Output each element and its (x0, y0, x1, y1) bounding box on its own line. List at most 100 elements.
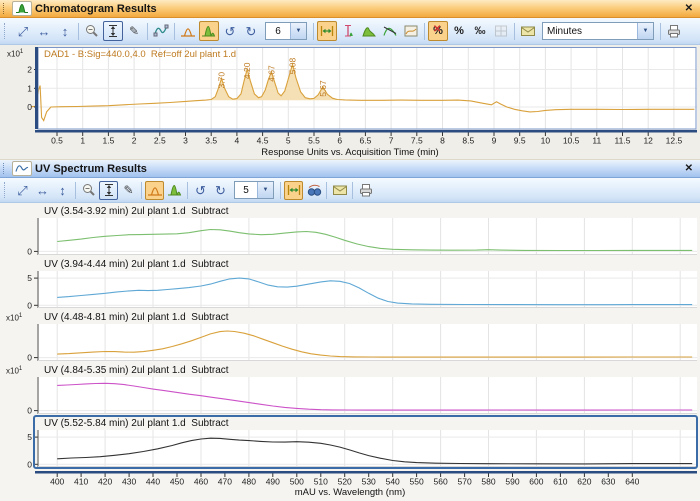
print-button[interactable] (356, 181, 375, 200)
panel-title: Chromatogram Results (35, 2, 157, 15)
zoom-level-combobox[interactable]: 5 ▼ (234, 181, 274, 199)
svg-text:1: 1 (27, 83, 32, 93)
zoom-out-button[interactable] (79, 181, 98, 200)
svg-text:8.5: 8.5 (462, 136, 474, 146)
toolbar-grip[interactable] (4, 23, 8, 39)
app-window: Chromatogram Results ✕ ⤢ ↔ ↕ ✎ ↺ ↻ 6 ▼ %… (0, 0, 700, 501)
expand-vertical-icon: ↕ (59, 182, 66, 198)
fit-vertical-icon (104, 184, 113, 196)
uv-spectrum-plot-3[interactable]: 0 (2, 324, 697, 363)
separator (660, 22, 661, 40)
uv-spectrum-plot-4[interactable]: 0 (2, 377, 697, 416)
percent-off-button[interactable]: % ✕ (428, 21, 448, 41)
close-icon[interactable]: ✕ (683, 163, 695, 174)
signal-label: DAD1 - B:Sig=440.0,4.0 Ref=off 2ul plant… (44, 49, 237, 60)
uv-spectrum-plot-5[interactable]: 05 (2, 430, 697, 469)
peak-outline-button[interactable] (178, 21, 198, 41)
separator (313, 22, 314, 40)
undo-icon: ↺ (224, 23, 236, 39)
annotate-button[interactable]: ✎ (119, 181, 138, 200)
uv-spectrum-panel: UV Spectrum Results ✕ ⤢ ↔ ↕ ✎ ↺ ↻ 5 ▼ UV… (0, 160, 700, 501)
permille-button[interactable]: ‰ (470, 21, 490, 41)
spectrum-label: UV (3.54-3.92 min) 2ul plant 1.d Subtrac… (44, 206, 229, 217)
undo-button[interactable]: ↺ (191, 181, 210, 200)
baseline-window-button[interactable] (401, 21, 421, 41)
svg-text:0: 0 (27, 459, 32, 469)
svg-text:5.5: 5.5 (308, 136, 320, 146)
uv-spectrum-plot-2[interactable]: 05 (2, 271, 697, 310)
dropdown-arrow-icon[interactable]: ▼ (257, 182, 273, 198)
undo-button[interactable]: ↺ (220, 21, 240, 41)
fit-vertical-button[interactable] (103, 21, 123, 41)
redo-button[interactable]: ↻ (211, 181, 230, 200)
percent-button[interactable]: % (449, 21, 469, 41)
uv-titlebar: UV Spectrum Results ✕ (0, 160, 700, 178)
spectrum-block-4: x101 UV (4.84-5.35 min) 2ul plant 1.d Su… (0, 364, 700, 417)
dropdown-arrow-icon[interactable]: ▼ (637, 23, 653, 39)
export-overlay-button[interactable] (330, 181, 349, 200)
fit-horizontal-icon (287, 185, 300, 195)
signal-curve-button[interactable] (151, 21, 171, 41)
panel-title: UV Spectrum Results (35, 162, 147, 175)
close-icon[interactable]: ✕ (683, 3, 695, 14)
svg-text:5.67: 5.67 (318, 80, 328, 97)
expand-vertical-button[interactable]: ↕ (55, 21, 75, 41)
expand-horizontal-button[interactable]: ↔ (34, 21, 54, 41)
peak-skim-button[interactable] (380, 21, 400, 41)
svg-text:450: 450 (170, 477, 184, 487)
uv-spectrum-plot-1[interactable]: 0 (2, 218, 697, 257)
export-overlay-button[interactable] (518, 21, 538, 41)
envelope-icon (332, 185, 347, 195)
svg-text:0.5: 0.5 (51, 136, 63, 146)
svg-text:560: 560 (434, 477, 448, 487)
fit-horizontal-button[interactable] (317, 21, 337, 41)
svg-text:430: 430 (122, 477, 136, 487)
svg-text:440: 440 (146, 477, 160, 487)
toolbar-grip[interactable] (4, 182, 8, 198)
peak-fill-button[interactable] (165, 181, 184, 200)
svg-text:510: 510 (314, 477, 328, 487)
expand-diagonal-button[interactable]: ⤢ (13, 21, 33, 41)
fit-horizontal-button[interactable] (284, 180, 303, 200)
peak-outline-button[interactable] (145, 180, 164, 200)
expand-horizontal-icon: ↔ (37, 23, 51, 39)
titlebar-grip[interactable] (3, 163, 7, 174)
svg-text:2.5: 2.5 (154, 136, 166, 146)
envelope-icon (521, 26, 535, 36)
expand-diagonal-icon: ⤢ (17, 182, 28, 198)
svg-text:6: 6 (337, 136, 342, 146)
spectrum-search-button[interactable] (304, 181, 323, 200)
peak-width-button[interactable] (338, 21, 358, 41)
expand-diagonal-button[interactable]: ⤢ (13, 181, 32, 200)
zoom-level-combobox[interactable]: 6 ▼ (265, 22, 307, 40)
printer-icon (359, 184, 372, 197)
dropdown-arrow-icon[interactable]: ▼ (290, 23, 306, 39)
separator (326, 181, 327, 199)
zoom-out-button[interactable] (82, 21, 102, 41)
chromatogram-panel: Chromatogram Results ✕ ⤢ ↔ ↕ ✎ ↺ ↻ 6 ▼ %… (0, 0, 700, 159)
expand-vertical-icon: ↕ (61, 23, 69, 39)
normalize-button[interactable] (491, 21, 511, 41)
titlebar-grip[interactable] (3, 3, 7, 14)
svg-text:540: 540 (386, 477, 400, 487)
peak-green-button[interactable] (359, 21, 379, 41)
uv-toolbar: ⤢ ↔ ↕ ✎ ↺ ↻ 5 ▼ (0, 178, 700, 203)
annotate-button[interactable]: ✎ (124, 21, 144, 41)
spectrum-block-1: UV (3.54-3.92 min) 2ul plant 1.d Subtrac… (0, 205, 700, 258)
fit-vertical-button[interactable] (99, 180, 118, 200)
expand-vertical-button[interactable]: ↕ (53, 181, 72, 200)
redo-button[interactable]: ↻ (241, 21, 261, 41)
expand-horizontal-button[interactable]: ↔ (33, 181, 52, 200)
print-button[interactable] (664, 21, 684, 41)
expand-horizontal-icon: ↔ (36, 182, 49, 198)
chromatogram-plot[interactable]: 3.704.20 4.67 5.085.670120.5 1 1.5 2 2.5 3 3.5 4 4… (2, 47, 697, 146)
svg-text:0: 0 (27, 353, 32, 363)
svg-text:520: 520 (338, 477, 352, 487)
separator (514, 22, 515, 40)
unit-combobox[interactable]: Minutes ▼ (542, 22, 654, 40)
separator (280, 181, 281, 199)
permille-icon: ‰ (474, 24, 486, 37)
svg-text:3.70: 3.70 (217, 72, 227, 89)
peak-fill-button[interactable] (199, 21, 219, 41)
chromatogram-chart-zone: 3.70 4.20 4.67 5.08 5.67 0 1 2 0.5 1 1.5 2 2.5 3 3.5 4 4… (0, 45, 700, 159)
